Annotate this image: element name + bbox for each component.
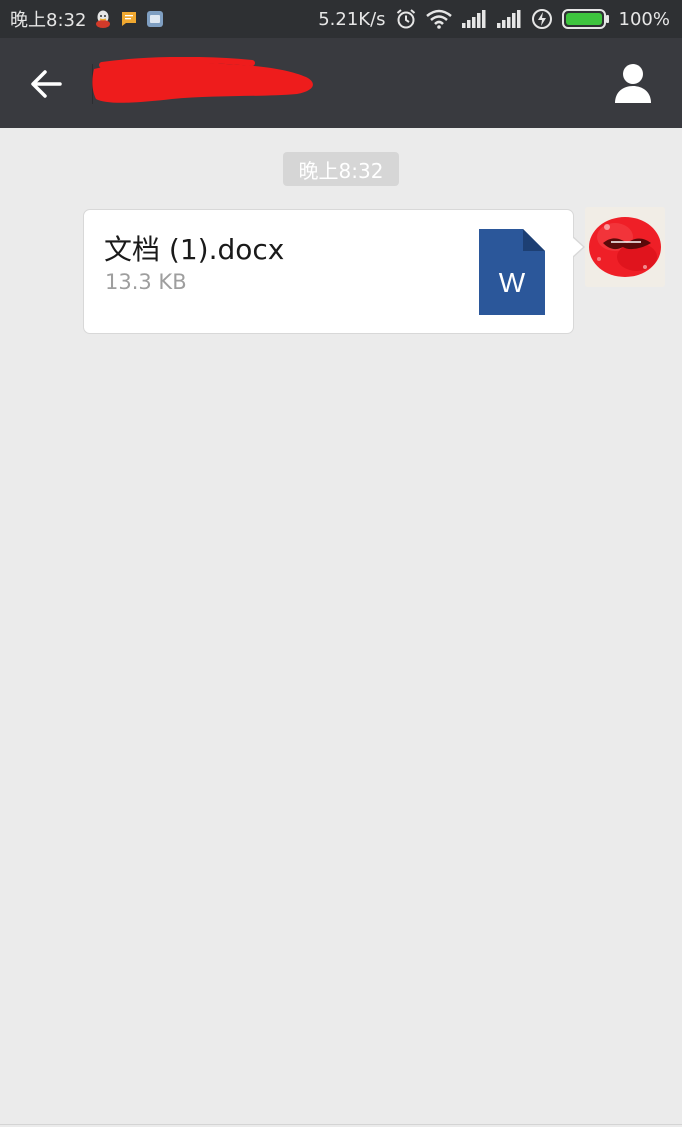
arrow-left-icon bbox=[31, 70, 62, 98]
file-size: 13.3 KB bbox=[105, 270, 187, 294]
message-timestamp: 晚上8:32 bbox=[283, 152, 399, 186]
bottom-divider bbox=[0, 1124, 682, 1125]
alarm-icon bbox=[395, 8, 417, 30]
person-icon bbox=[615, 64, 651, 103]
bubble-tail-fill bbox=[572, 237, 583, 257]
message-icon bbox=[120, 10, 138, 28]
qq-icon bbox=[94, 9, 112, 29]
status-time: 晚上8:32 bbox=[10, 10, 87, 31]
file-name: 文档 (1).docx bbox=[104, 233, 285, 266]
network-speed: 5.21K/s bbox=[318, 8, 386, 30]
lips-avatar-icon bbox=[585, 207, 665, 287]
signal-icon bbox=[496, 9, 522, 29]
redaction-mark bbox=[92, 57, 313, 103]
battery-icon bbox=[561, 8, 610, 30]
chat-area[interactable]: 晚上8:32 文档 (1).docx 13.3 KB W bbox=[0, 128, 682, 1127]
app-icon bbox=[146, 10, 164, 28]
file-message-bubble[interactable]: 文档 (1).docx 13.3 KB W bbox=[83, 209, 585, 334]
wifi-icon bbox=[425, 9, 452, 29]
status-bar: 晚上8:32 5.21K/s 100% bbox=[0, 0, 682, 38]
back-button[interactable] bbox=[22, 60, 70, 108]
contact-profile-button[interactable] bbox=[608, 58, 658, 108]
signal-icon bbox=[461, 9, 487, 29]
charging-icon bbox=[531, 8, 553, 30]
word-icon-letter: W bbox=[499, 267, 526, 298]
word-document-icon: W bbox=[479, 229, 545, 315]
battery-percent: 100% bbox=[618, 8, 670, 30]
avatar[interactable] bbox=[585, 207, 665, 287]
chat-title-bar bbox=[0, 38, 682, 128]
